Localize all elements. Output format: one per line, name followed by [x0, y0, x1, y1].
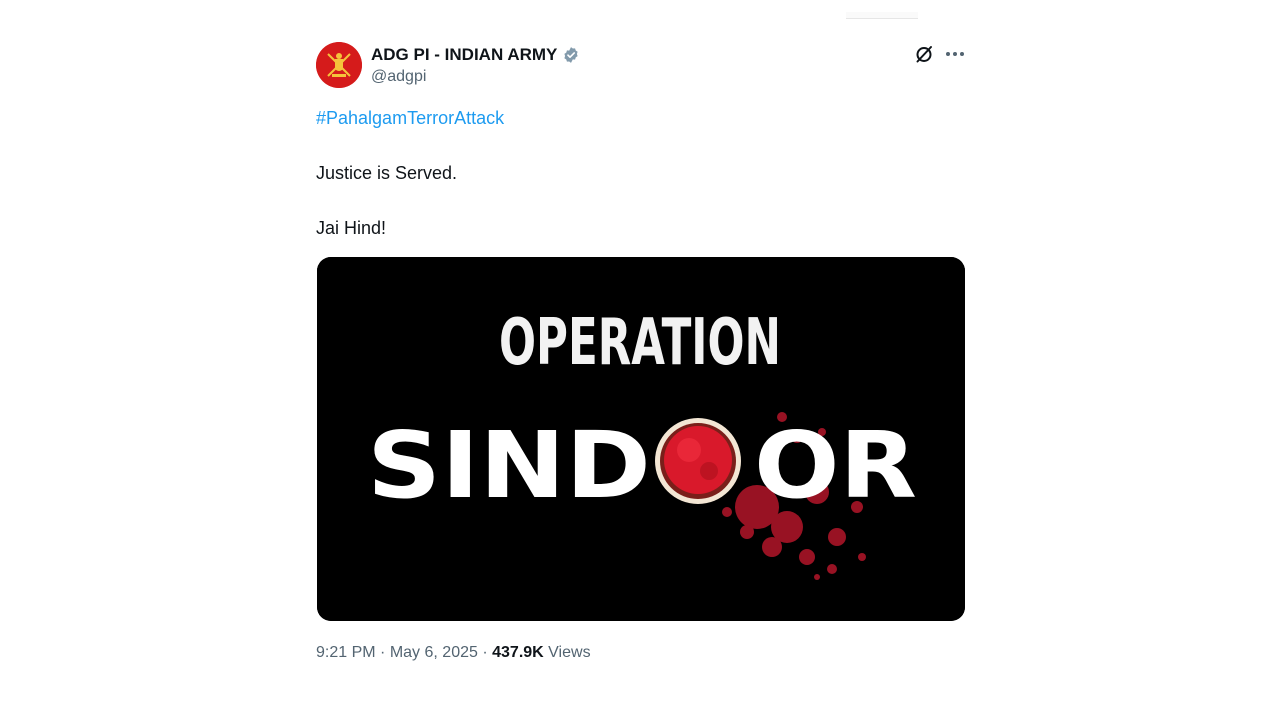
- views-label: Views: [548, 644, 591, 661]
- tweet-card: ADG PI - INDIAN ARMY @adgpi #PahalgamTer…: [298, 20, 982, 700]
- operation-sindoor-graphic: OPERATION SIND OR: [317, 257, 965, 621]
- tweet-media-image[interactable]: OPERATION SIND OR: [317, 257, 965, 621]
- tweet-meta: 9:21 PM · May 6, 2025 · 437.9K Views: [316, 644, 591, 662]
- grok-icon[interactable]: [914, 44, 934, 64]
- author-name[interactable]: ADG PI - INDIAN ARMY: [371, 45, 580, 65]
- tweet-time[interactable]: 9:21 PM: [316, 644, 376, 661]
- tweet-text-line: Justice is Served.: [316, 163, 458, 183]
- verified-badge-icon: [564, 47, 578, 63]
- headline-operation: OPERATION: [499, 306, 781, 380]
- sindoor-bowl-icon: [655, 418, 741, 504]
- author-name-text: ADG PI - INDIAN ARMY: [371, 45, 558, 64]
- hashtag-link[interactable]: #PahalgamTerrorAttack: [316, 108, 504, 129]
- army-emblem-icon: [316, 42, 362, 88]
- headline-sind: SIND: [367, 412, 651, 519]
- previous-item-edge: [846, 12, 918, 19]
- headline-or: OR: [754, 412, 917, 519]
- tweet-text-line: Jai Hind!: [316, 218, 387, 238]
- tweet-date[interactable]: May 6, 2025: [390, 644, 478, 661]
- author-handle[interactable]: @adgpi: [371, 68, 426, 86]
- views-count[interactable]: 437.9K: [492, 644, 544, 661]
- avatar[interactable]: [316, 42, 362, 88]
- meta-separator: ·: [380, 644, 386, 661]
- meta-separator: ·: [482, 644, 488, 661]
- more-options-icon[interactable]: [944, 44, 966, 64]
- tweet-page: ADG PI - INDIAN ARMY @adgpi #PahalgamTer…: [0, 0, 1280, 720]
